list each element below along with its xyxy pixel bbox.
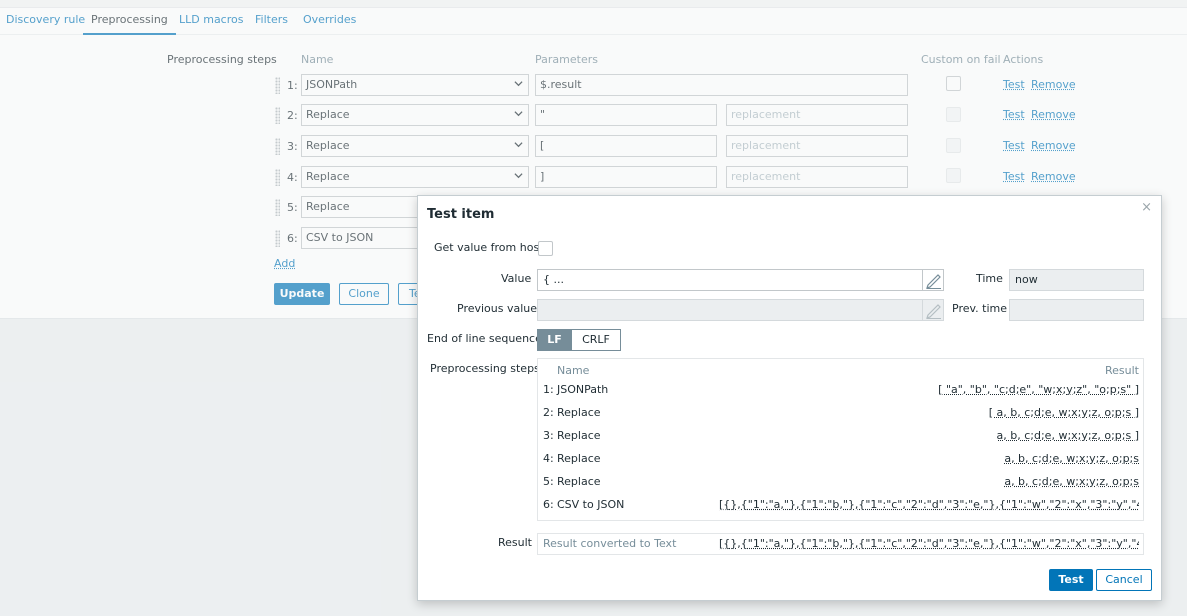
preprocessing-results-table: Name Result 1: JSONPath [ "a", "b", "c;d… bbox=[537, 358, 1144, 521]
results-header-result: Result bbox=[1105, 364, 1139, 377]
result-value: [{},{"1":"a,"},{"1":"b,"},{"1":"c","2":"… bbox=[719, 537, 1139, 550]
result-row: 5: Replace a, b, c;d;e, w;x;y;z, o;p;s bbox=[538, 475, 1143, 493]
close-icon[interactable]: × bbox=[1141, 200, 1152, 215]
edit-value-button[interactable] bbox=[922, 269, 944, 291]
result-step-name: Replace bbox=[557, 406, 601, 419]
eol-lf-option[interactable]: LF bbox=[537, 329, 572, 351]
result-row: 4: Replace a, b, c;d;e, w;x;y;z, o;p;s bbox=[538, 452, 1143, 470]
previous-value-input[interactable] bbox=[537, 299, 944, 321]
result-step-name: CSV to JSON bbox=[557, 498, 625, 511]
result-step-number: 4: bbox=[543, 452, 554, 465]
result-step-value: [{},{"1":"a,"},{"1":"b,"},{"1":"c","2":"… bbox=[719, 498, 1139, 511]
value-label: Value bbox=[501, 272, 532, 285]
value-text: { ... bbox=[543, 273, 564, 286]
time-input[interactable]: now bbox=[1009, 269, 1144, 291]
result-step-number: 3: bbox=[543, 429, 554, 442]
pencil-icon bbox=[926, 304, 941, 319]
result-step-number: 2: bbox=[543, 406, 554, 419]
result-step-name: Replace bbox=[557, 475, 601, 488]
dialog-title: Test item bbox=[427, 207, 495, 222]
result-step-number: 6: bbox=[543, 498, 554, 511]
eol-label: End of line sequence bbox=[427, 332, 542, 345]
get-value-from-host-checkbox[interactable] bbox=[538, 241, 553, 256]
prev-time-label: Prev. time bbox=[952, 302, 1007, 315]
results-header-name: Name bbox=[557, 364, 590, 377]
prev-time-input[interactable] bbox=[1009, 299, 1144, 321]
test-item-dialog: Test item × Get value from host Value { … bbox=[417, 195, 1162, 601]
get-value-label: Get value from host bbox=[434, 241, 544, 254]
previous-value-label: Previous value bbox=[457, 302, 538, 315]
result-step-name: Replace bbox=[557, 429, 601, 442]
eol-crlf-option[interactable]: CRLF bbox=[571, 329, 621, 351]
edit-previous-value-button[interactable] bbox=[922, 299, 944, 321]
cancel-button[interactable]: Cancel bbox=[1096, 569, 1152, 591]
result-step-value: a, b, c;d;e, w;x;y;z, o;p;s bbox=[1004, 475, 1139, 488]
result-step-number: 1: bbox=[543, 383, 554, 396]
result-step-value: [ "a", "b", "c;d;e", "w;x;y;z", "o;p;s" … bbox=[938, 383, 1139, 396]
result-row: 3: Replace a, b, c;d;e, w;x;y;z, o;p;s ] bbox=[538, 429, 1143, 447]
preprocessing-steps-label: Preprocessing steps bbox=[430, 362, 540, 375]
value-input[interactable]: { ... bbox=[537, 269, 944, 291]
result-step-value: a, b, c;d;e, w;x;y;z, o;p;s bbox=[1004, 452, 1139, 465]
result-label: Result bbox=[498, 536, 532, 549]
pencil-icon bbox=[926, 274, 941, 289]
result-step-value: a, b, c;d;e, w;x;y;z, o;p;s ] bbox=[996, 429, 1139, 442]
result-hint: Result converted to Text bbox=[543, 537, 677, 550]
result-row: 1: JSONPath [ "a", "b", "c;d;e", "w;x;y;… bbox=[538, 383, 1143, 401]
result-step-number: 5: bbox=[543, 475, 554, 488]
test-button[interactable]: Test bbox=[1049, 569, 1093, 591]
result-row: 6: CSV to JSON [{},{"1":"a,"},{"1":"b,"}… bbox=[538, 498, 1143, 516]
result-step-value: [ a, b, c;d;e, w;x;y;z, o;p;s ] bbox=[988, 406, 1139, 419]
result-step-name: Replace bbox=[557, 452, 601, 465]
result-row: 2: Replace [ a, b, c;d;e, w;x;y;z, o;p;s… bbox=[538, 406, 1143, 424]
result-step-name: JSONPath bbox=[557, 383, 609, 396]
result-field: Result converted to Text [{},{"1":"a,"},… bbox=[537, 533, 1144, 555]
time-label: Time bbox=[976, 272, 1003, 285]
